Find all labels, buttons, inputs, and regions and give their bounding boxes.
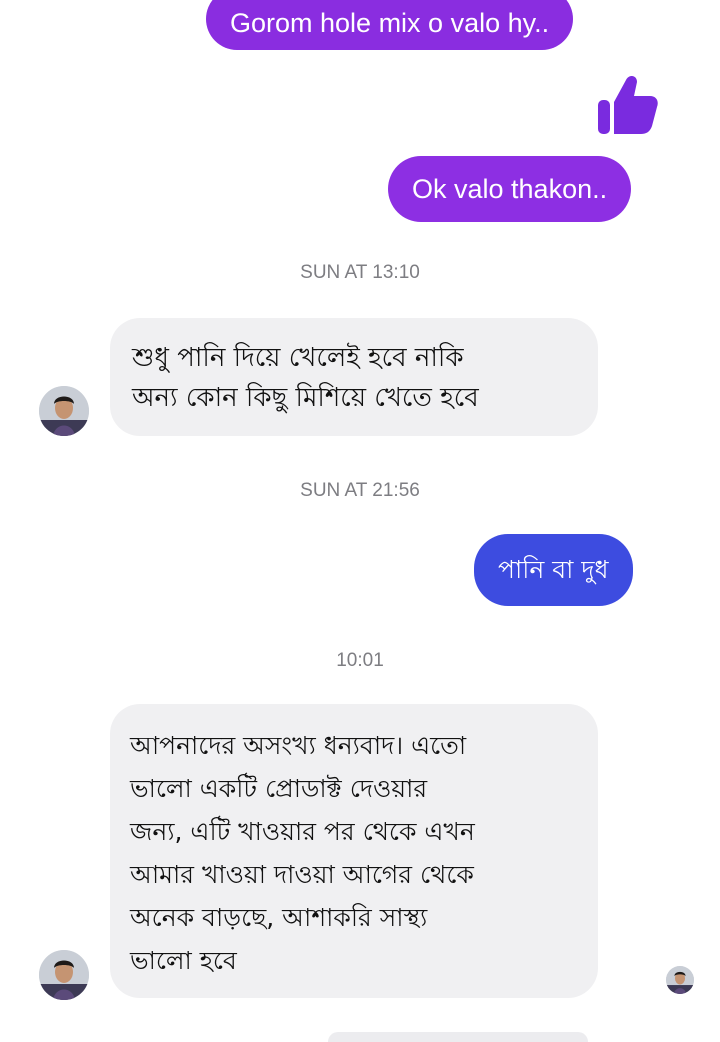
message-line: শুধু পানি দিয়ে খেলেই হবে নাকি <box>132 343 464 373</box>
contact-avatar[interactable] <box>39 950 89 1000</box>
timestamp: SUN AT 13:10 <box>300 262 420 283</box>
cut-off-bubble <box>328 1032 588 1042</box>
message-line: আপনাদের অসংখ্য ধন্যবাদ। এতো <box>130 731 467 760</box>
incoming-message[interactable]: আপনাদের অসংখ্য ধন্যবাদ। এতো ভালো একটি প্… <box>110 704 598 998</box>
chat-thread: Gorom hole mix o valo hy.. Ok valo thako… <box>0 0 720 1042</box>
outgoing-message[interactable]: Gorom hole mix o valo hy.. <box>206 0 574 50</box>
message-text: Gorom hole mix o valo hy.. <box>230 8 550 38</box>
message-line: অন্য কোন কিছু মিশিয়ে খেতে হবে <box>132 383 479 413</box>
message-line: অনেক বাড়ছে, আশাকরি সাস্থ্য <box>130 903 428 932</box>
incoming-message[interactable]: শুধু পানি দিয়ে খেলেই হবে নাকি অন্য কোন … <box>110 318 598 436</box>
message-text: পানি বা দুধ <box>498 555 609 584</box>
thumbs-up-icon[interactable] <box>596 70 660 136</box>
timestamp: SUN AT 21:56 <box>300 480 420 501</box>
timestamp: 10:01 <box>336 650 384 671</box>
message-line: ভালো হবে <box>130 946 237 975</box>
message-text: Ok valo thakon.. <box>412 174 608 204</box>
read-receipt-avatar <box>666 966 694 994</box>
contact-avatar[interactable] <box>39 386 89 436</box>
outgoing-message[interactable]: Ok valo thakon.. <box>388 156 632 222</box>
message-line: আমার খাওয়া দাওয়া আগের থেকে <box>130 860 474 889</box>
message-line: ভালো একটি প্রোডাক্ট দেওয়ার <box>130 774 428 803</box>
message-line: জন্য, এটি খাওয়ার পর থেকে এখন <box>130 817 475 846</box>
outgoing-message[interactable]: পানি বা দুধ <box>474 534 633 606</box>
